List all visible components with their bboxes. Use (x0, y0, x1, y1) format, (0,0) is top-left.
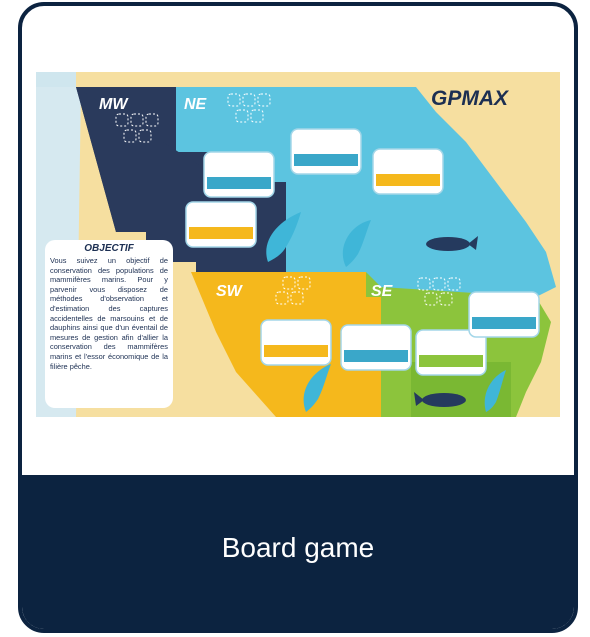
game-board-image: MW NE SW SE GPMAX OBJECTIF Vous suivez u… (36, 72, 560, 417)
card-footer: Board game (22, 475, 574, 629)
zone-label-ne: NE (184, 96, 208, 113)
zone-label-mw: MW (99, 96, 129, 113)
zone-label-sw: SW (216, 283, 244, 300)
board-game-card[interactable]: MW NE SW SE GPMAX OBJECTIF Vous suivez u… (18, 2, 578, 633)
gpmax-logo: GPMAX (431, 87, 510, 110)
objective-text: Vous suivez un objectif de conservation … (50, 256, 168, 371)
objective-panel: OBJECTIF Vous suivez un objectif de cons… (45, 240, 173, 408)
objective-title: OBJECTIF (84, 243, 134, 254)
card-title[interactable]: Board game (222, 532, 375, 564)
zone-label-se: SE (371, 283, 394, 300)
